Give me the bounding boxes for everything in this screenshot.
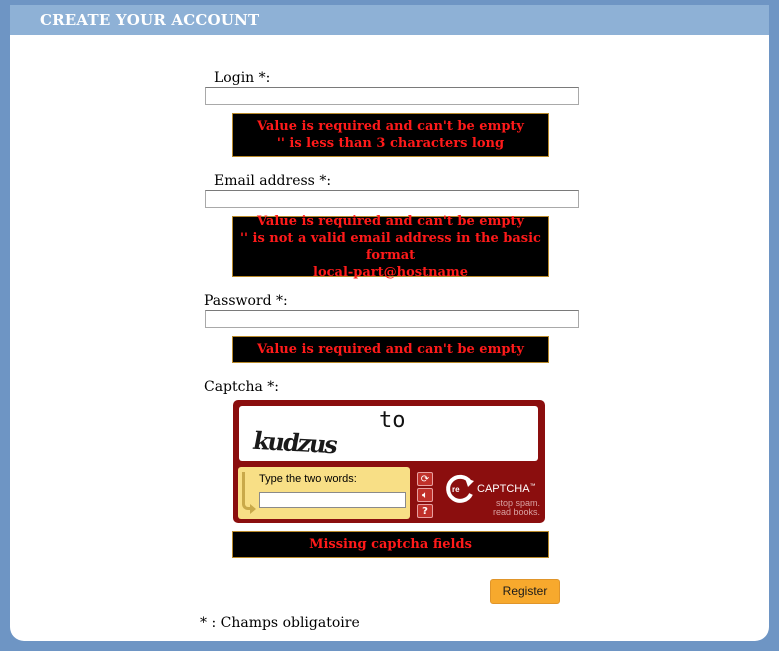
refresh-icon[interactable]: ⟳	[417, 472, 433, 486]
login-error-1: Value is required and can't be empty	[257, 119, 524, 134]
email-error-1: Value is required and can't be empty	[257, 213, 524, 229]
password-error-box: Value is required and can't be empty	[232, 336, 549, 363]
password-label: Password *:	[204, 293, 288, 309]
password-error-1: Value is required and can't be empty	[257, 342, 524, 357]
password-input[interactable]	[205, 310, 579, 328]
email-input[interactable]	[205, 190, 579, 208]
captcha-arrow-head-icon	[250, 504, 256, 514]
audio-icon[interactable]: 🔈︎	[417, 488, 433, 502]
register-button[interactable]: Register	[490, 579, 560, 604]
required-fields-note: * : Champs obligatoire	[200, 615, 360, 631]
login-label: Login *:	[214, 70, 271, 86]
email-error-3: local-part@hostname	[313, 264, 468, 280]
recaptcha-tagline: stop spam. read books.	[478, 499, 540, 517]
login-error-2: '' is less than 3 characters long	[276, 136, 505, 151]
help-icon[interactable]: ?	[417, 504, 433, 518]
captcha-label: Captcha *:	[204, 379, 280, 395]
recaptcha-widget: kudzus to Type the two words: ⟳ 🔈︎ ? re …	[233, 400, 545, 523]
email-error-2: '' is not a valid email address in the b…	[240, 230, 541, 263]
recaptcha-tagline-2: read books.	[492, 507, 540, 517]
captcha-word-2: to	[379, 408, 406, 433]
recaptcha-logo-prefix: re	[452, 485, 460, 494]
captcha-response-input[interactable]	[259, 492, 406, 508]
login-error-box: Value is required and can't be empty '' …	[232, 113, 549, 157]
page-title: CREATE YOUR ACCOUNT	[40, 11, 260, 29]
login-input[interactable]	[205, 87, 579, 105]
create-account-panel: CREATE YOUR ACCOUNT Login *: Value is re…	[10, 5, 769, 641]
captcha-input-area: Type the two words:	[238, 467, 410, 519]
recaptcha-brand-name: CAPTCHA	[477, 483, 530, 495]
captcha-error-box: Missing captcha fields	[232, 531, 549, 558]
captcha-error: Missing captcha fields	[309, 537, 472, 552]
recaptcha-tm: ™	[529, 483, 536, 490]
email-label: Email address *:	[214, 173, 332, 189]
captcha-image: kudzus to	[239, 406, 538, 461]
recaptcha-brand: CAPTCHA™	[477, 483, 536, 495]
recaptcha-logo-icon: re	[446, 474, 474, 503]
captcha-word-1: kudzus	[250, 425, 339, 460]
captcha-prompt: Type the two words:	[259, 473, 357, 485]
email-error-box: Value is required and can't be empty '' …	[232, 213, 549, 280]
panel-header: CREATE YOUR ACCOUNT	[10, 5, 769, 35]
